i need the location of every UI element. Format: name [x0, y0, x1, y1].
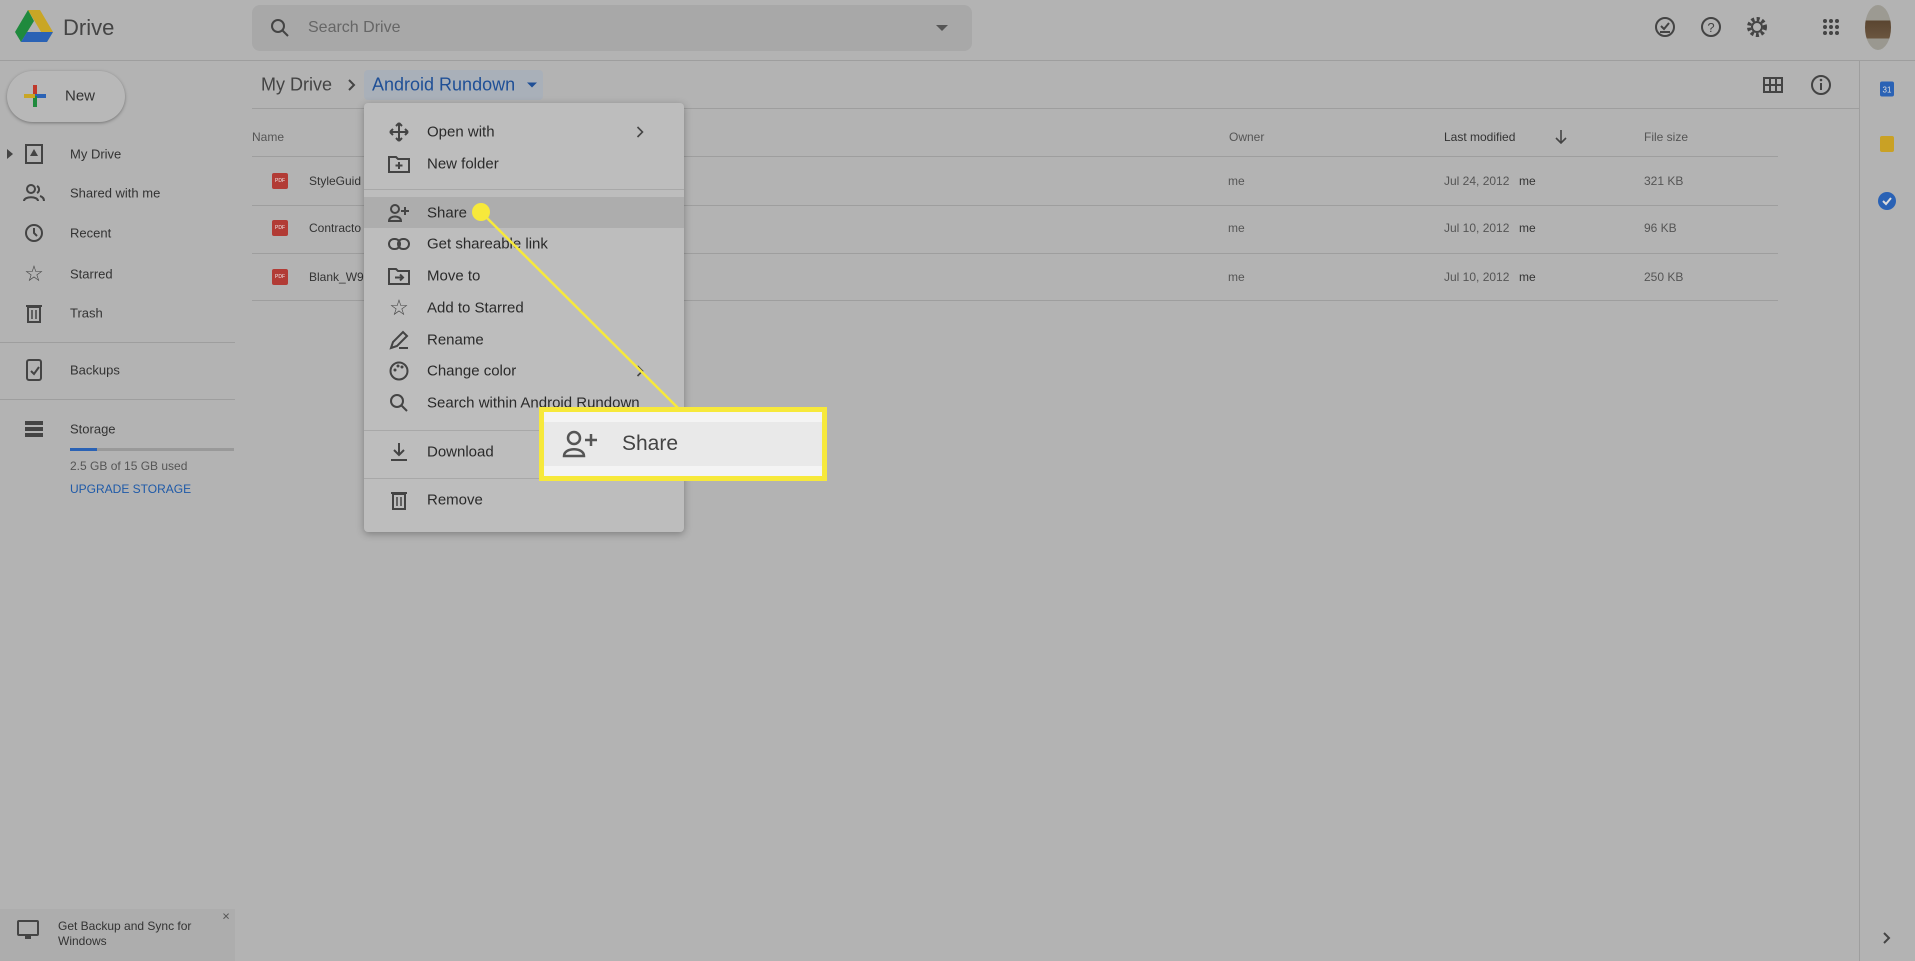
callout-dot [472, 203, 490, 221]
callout-pointer-line [472, 203, 679, 409]
share-person-add-icon [562, 430, 598, 458]
callout-label: Share [622, 432, 679, 455]
share-callout: Share [539, 407, 827, 481]
